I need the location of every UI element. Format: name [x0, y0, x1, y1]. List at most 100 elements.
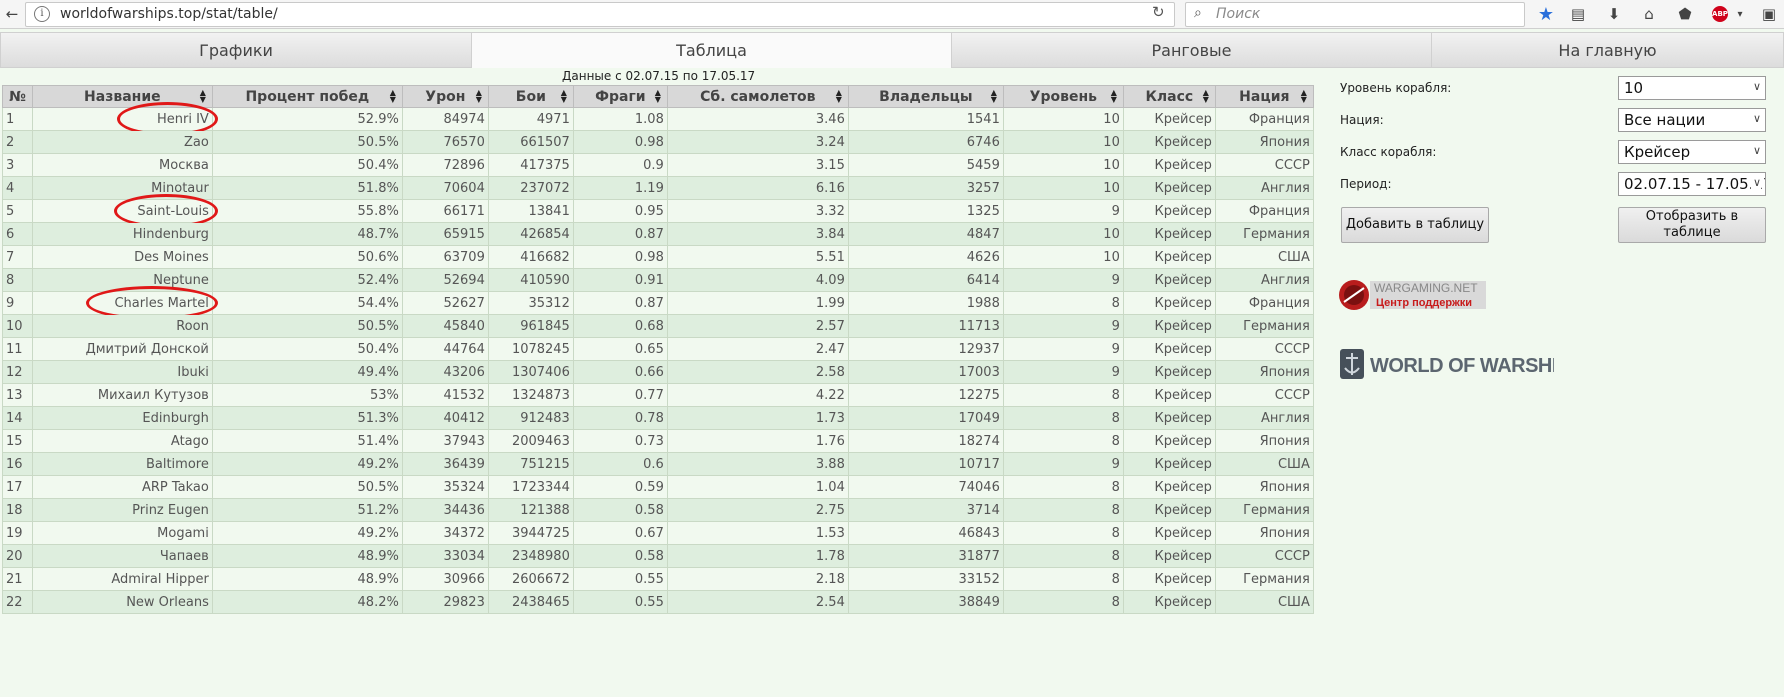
- chevron-down-icon[interactable]: ▾: [1729, 3, 1751, 25]
- cell-battles: 3944725: [487, 521, 574, 545]
- pocket-icon[interactable]: ⬟: [1674, 3, 1696, 25]
- cell-frags: 0.9: [572, 153, 668, 177]
- home-icon[interactable]: ⌂: [1638, 3, 1660, 25]
- cell-damage: 52627: [401, 291, 489, 315]
- cell-number: 5: [2, 199, 33, 223]
- nation-label: Нация:: [1340, 113, 1384, 127]
- cell-planes: 3.84: [666, 222, 849, 246]
- cell-name: Roon: [31, 314, 213, 338]
- sort-icon[interactable]: ▲ ▼: [1203, 89, 1209, 104]
- sort-icon[interactable]: ▲ ▼: [655, 89, 661, 104]
- cell-name: Henri IV: [31, 102, 218, 136]
- header-col-winrate[interactable]: Процент побед ▲ ▼: [211, 85, 403, 108]
- bookmark-star-icon[interactable]: ★: [1535, 3, 1557, 25]
- reading-list-icon[interactable]: ▤: [1567, 3, 1589, 25]
- back-arrow-icon[interactable]: ←: [1, 3, 23, 25]
- show-in-table-button[interactable]: Отобразить в таблице: [1618, 207, 1766, 243]
- sort-icon[interactable]: ▲ ▼: [476, 89, 482, 104]
- cell-damage: 45840: [401, 314, 489, 338]
- search-input[interactable]: ⌕ Поиск: [1185, 2, 1525, 27]
- cell-owners: 5459: [847, 153, 1004, 177]
- cell-winrate: 49.2%: [211, 521, 403, 545]
- cell-nation: Франция: [1214, 107, 1314, 131]
- cell-frags: 0.55: [572, 567, 668, 591]
- header-col-nation[interactable]: Нация ▲ ▼: [1214, 85, 1314, 108]
- sort-icon[interactable]: ▲ ▼: [1301, 89, 1307, 104]
- table-row: 13 Михаил Кутузов 53% 41532 1324873 0.77 4.22 1…: [2, 383, 1314, 407]
- table-header-row: № Название ▲ ▼ Процент побед ▲ ▼ Урон ▲ ▼ Бои ▲ ▼ Фра…: [2, 85, 1314, 108]
- url-text[interactable]: worldofwarships.top/stat/table/: [60, 6, 278, 22]
- header-col-level[interactable]: Уровень ▲ ▼: [1002, 85, 1124, 108]
- cell-name: Atago: [31, 429, 213, 453]
- search-icon: ⌕: [1194, 5, 1202, 21]
- table-row: 11 Дмитрий Донской 50.4% 44764 1078245 0.65 2.…: [2, 337, 1314, 361]
- cell-frags: 1.19: [572, 176, 668, 200]
- add-to-table-button[interactable]: Добавить в таблицу: [1341, 207, 1489, 243]
- cell-frags: 0.6: [572, 452, 668, 476]
- table-row: 9 Charles Martel 54.4% 52627 35312 0.87 1.99 19…: [2, 286, 1314, 320]
- sort-icon[interactable]: ▲ ▼: [390, 89, 396, 104]
- cell-name: Minotaur: [31, 176, 213, 200]
- tab-table[interactable]: Таблица: [471, 32, 952, 68]
- table-row: 6 Hindenburg 48.7% 65915 426854 0.87 3.84 4847 1…: [2, 222, 1314, 246]
- header-col-planes[interactable]: Сб. самолетов ▲ ▼: [666, 85, 849, 108]
- cell-damage: 63709: [401, 245, 489, 269]
- info-icon[interactable]: i: [34, 6, 50, 22]
- sort-icon[interactable]: ▲ ▼: [200, 89, 206, 104]
- cell-owners: 33152: [847, 567, 1004, 591]
- header-col-number[interactable]: №: [2, 85, 33, 108]
- cell-number: 1: [2, 107, 33, 131]
- header-col-damage[interactable]: Урон ▲ ▼: [401, 85, 489, 108]
- adblock-icon[interactable]: ABP: [1712, 6, 1728, 22]
- header-col-name[interactable]: Название ▲ ▼: [31, 85, 213, 108]
- cell-frags: 0.98: [572, 130, 668, 154]
- extension-icon[interactable]: ▣: [1758, 3, 1780, 25]
- world-of-warships-logo[interactable]: WORLD OF WARSHIPS: [1338, 346, 1554, 382]
- period-label: Период:: [1340, 177, 1392, 191]
- header-col-frags[interactable]: Фраги ▲ ▼: [572, 85, 668, 108]
- sort-icon[interactable]: ▲ ▼: [991, 89, 997, 104]
- cell-winrate: 52.9%: [211, 107, 403, 131]
- period-select[interactable]: 02.07.15 - 17.05.17 ∨: [1618, 172, 1766, 196]
- ship-level-select[interactable]: 10 ∨: [1618, 76, 1766, 100]
- address-bar[interactable]: i worldofwarships.top/stat/table/: [25, 2, 1175, 27]
- cell-nation: Англия: [1214, 268, 1314, 292]
- header-col-battles[interactable]: Бои ▲ ▼: [487, 85, 574, 108]
- cell-number: 19: [2, 521, 33, 545]
- sort-icon[interactable]: ▲ ▼: [1111, 89, 1117, 104]
- cell-class: Крейсер: [1122, 176, 1216, 200]
- date-range-note: Данные с 02.07.15 по 17.05.17: [562, 69, 756, 83]
- cell-level: 10: [1002, 153, 1124, 177]
- cell-winrate: 52.4%: [211, 268, 403, 292]
- download-icon[interactable]: ⬇: [1603, 3, 1625, 25]
- tab-home[interactable]: На главную: [1431, 32, 1784, 68]
- cell-class: Крейсер: [1122, 406, 1216, 430]
- cell-owners: 3257: [847, 176, 1004, 200]
- header-col-owners[interactable]: Владельцы ▲ ▼: [847, 85, 1004, 108]
- cell-planes: 5.51: [666, 245, 849, 269]
- ship-class-select[interactable]: Крейсер ∨: [1618, 140, 1766, 164]
- cell-frags: 0.95: [572, 199, 668, 223]
- tab-charts[interactable]: Графики: [0, 32, 472, 68]
- cell-winrate: 50.5%: [211, 130, 403, 154]
- cell-battles: 410590: [487, 268, 574, 292]
- cell-level: 8: [1002, 406, 1124, 430]
- sort-icon[interactable]: ▲ ▼: [561, 89, 567, 104]
- wargaming-support-logo[interactable]: WARGAMING.NET Центр поддержки: [1338, 278, 1488, 312]
- sort-icon[interactable]: ▲ ▼: [836, 89, 842, 104]
- header-label: Владельцы: [879, 88, 973, 105]
- cell-frags: 0.55: [572, 590, 668, 614]
- nation-select[interactable]: Все нации ∨: [1618, 108, 1766, 132]
- header-label: Процент побед: [245, 88, 370, 105]
- header-label: №: [9, 88, 26, 105]
- cell-name: Neptune: [31, 268, 213, 292]
- header-col-class[interactable]: Класс ▲ ▼: [1122, 85, 1216, 108]
- cell-battles: 237072: [487, 176, 574, 200]
- tab-ranked[interactable]: Ранговые: [951, 32, 1432, 68]
- cell-nation: Германия: [1214, 314, 1314, 338]
- cell-damage: 44764: [401, 337, 489, 361]
- reload-icon[interactable]: ↻: [1152, 3, 1165, 21]
- cell-battles: 2348980: [487, 544, 574, 568]
- cell-number: 3: [2, 153, 33, 177]
- cell-battles: 2438465: [487, 590, 574, 614]
